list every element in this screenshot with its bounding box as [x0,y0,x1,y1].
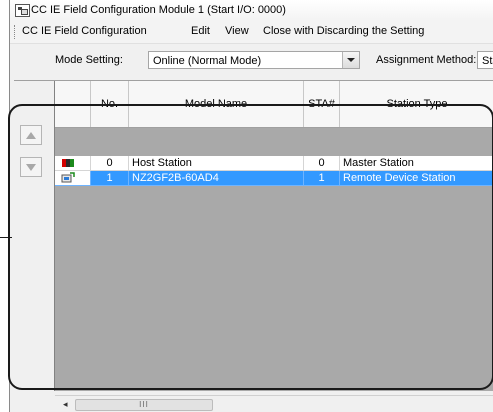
scroll-left-icon[interactable]: ◂ [63,399,68,410]
header-sta[interactable]: STA# [304,81,340,127]
cell-sta: 1 [304,171,340,186]
assignment-method-dropdown[interactable]: Sta [477,51,493,69]
configuration-window: CC IE Field Configuration Module 1 (Star… [9,0,493,412]
menu-bar: CC IE Field Configuration Edit View Clos… [10,21,493,44]
title-bar[interactable]: CC IE Field Configuration Module 1 (Star… [10,0,493,22]
assignment-method-label: Assignment Method: [376,54,477,66]
move-down-button[interactable] [20,157,42,177]
arrow-up-icon [26,131,36,139]
table-row-selected[interactable]: 1 NZ2GF2B-60AD4 1 Remote Device Station [55,171,493,186]
mode-setting-value: Online (Normal Mode) [153,55,262,67]
station-table: No. Model Name STA# Station Type 0 Host … [54,81,493,391]
chevron-down-icon[interactable] [342,52,359,68]
row-icon-cell [55,171,91,186]
row-icon-cell [55,156,91,171]
cell-sta: 0 [304,156,340,171]
menu-close-discard[interactable]: Close with Discarding the Setting [263,25,424,37]
station-list-panel: No. Model Name STA# Station Type 0 Host … [14,80,493,393]
window-title: CC IE Field Configuration Module 1 (Star… [31,4,286,16]
assignment-method-value: Sta [482,55,493,67]
menu-cc-ie-field-configuration[interactable]: CC IE Field Configuration [22,25,147,37]
table-row[interactable]: 0 Host Station 0 Master Station [55,156,493,171]
cell-no: 1 [91,171,129,186]
network-config-icon [15,4,30,17]
menu-view[interactable]: View [225,25,249,37]
host-station-icon [62,159,74,167]
header-station-type[interactable]: Station Type [340,81,493,127]
mode-setting-label: Mode Setting: [55,54,123,66]
remote-device-icon [61,172,75,183]
menu-edit[interactable]: Edit [191,25,210,37]
table-header: No. Model Name STA# Station Type [55,81,493,128]
cell-model-name: Host Station [129,156,304,171]
header-icon-column [55,81,91,127]
cell-model-name: NZ2GF2B-60AD4 [129,171,304,186]
move-up-button[interactable] [20,125,42,145]
cell-station-type: Master Station [340,156,493,171]
cell-no: 0 [91,156,129,171]
callout-line [0,237,12,238]
mode-setting-dropdown[interactable]: Online (Normal Mode) [148,51,360,69]
header-no[interactable]: No. [91,81,129,127]
header-model-name[interactable]: Model Name [129,81,304,127]
horizontal-scrollbar[interactable]: ◂ III [55,395,493,412]
cell-station-type: Remote Device Station [340,171,493,186]
arrow-down-icon [26,163,36,171]
toolbar-grip-icon[interactable] [14,25,17,39]
scrollbar-thumb[interactable]: III [75,399,213,411]
mode-setting-row: Mode Setting: Online (Normal Mode) Assig… [10,44,493,76]
